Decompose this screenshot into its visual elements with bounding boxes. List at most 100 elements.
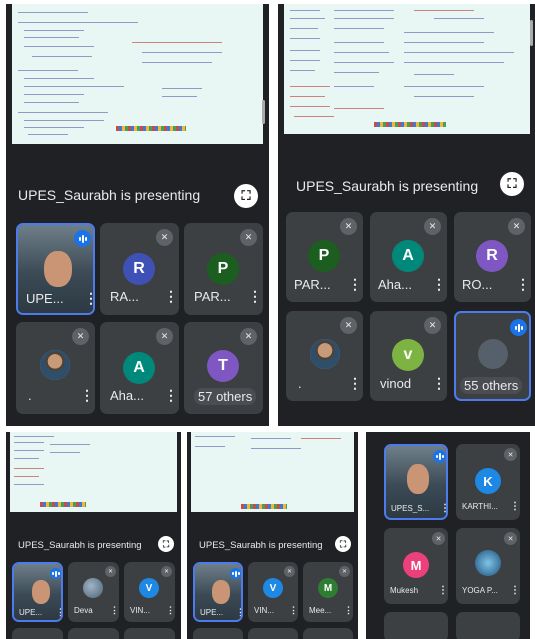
participant-tile[interactable]: M ✕ Mukesh ⋮ — [384, 528, 448, 604]
more-options-icon[interactable]: ⋮ — [516, 276, 530, 293]
annotation-toolbar[interactable] — [40, 502, 86, 507]
meet-panel-e: UPES_S... ⋮ K ✕ KARTHI... ⋮ M ✕ Mukesh ⋮… — [366, 432, 530, 639]
mic-off-icon: ✕ — [504, 448, 517, 461]
presenting-label: UPES_Saurabh is presenting — [296, 178, 479, 194]
annotation-toolbar[interactable] — [116, 126, 186, 131]
others-tile[interactable]: T ✕ 57 others — [184, 322, 263, 414]
avatar: P — [308, 240, 340, 272]
participant-tile[interactable]: ✕ YOGA P... ⋮ — [456, 528, 520, 604]
scrollbar[interactable] — [530, 20, 533, 46]
more-options-icon[interactable]: ⋮ — [248, 288, 262, 305]
participant-tile[interactable]: V ✕ VIN... ⋮ — [124, 562, 175, 622]
participant-tile[interactable]: R ✕ RA... ⋮ — [100, 223, 179, 315]
shared-slide — [191, 432, 354, 512]
annotation-toolbar[interactable] — [241, 504, 287, 509]
others-count: 57 others — [194, 388, 257, 405]
avatar: K — [475, 468, 501, 494]
fullscreen-icon: ⛶ — [162, 538, 170, 549]
mic-off-icon: ✕ — [432, 532, 445, 545]
more-options-icon[interactable]: ⋮ — [348, 375, 362, 392]
participant-tile[interactable]: UPE... ⋮ — [12, 562, 63, 622]
participant-name: UPE... — [200, 608, 224, 617]
more-options-icon[interactable]: ⋮ — [432, 375, 446, 392]
more-options-icon[interactable]: ⋮ — [344, 605, 353, 616]
participant-name: UPES_S... — [391, 504, 430, 513]
shared-slide — [284, 4, 530, 134]
participant-tile[interactable]: A ✕ Aha... ⋮ — [100, 322, 179, 414]
participant-tile[interactable]: K ✕ KARTHI... ⋮ — [456, 444, 520, 520]
avatar: M — [318, 578, 338, 598]
mic-off-icon: ✕ — [156, 229, 173, 246]
participant-name: Aha... — [378, 277, 412, 292]
speaking-icon — [50, 568, 61, 579]
mic-off-icon: ✕ — [424, 317, 441, 334]
participant-name: RA... — [110, 289, 139, 304]
participant-tile[interactable]: UPES_S... ⋮ — [384, 444, 448, 520]
more-options-icon[interactable]: ⋮ — [440, 503, 446, 514]
meet-panel-a: UPES_Saurabh is presenting ⛶ UPE... ⋮ R … — [6, 4, 269, 426]
fullscreen-button[interactable]: ⛶ — [335, 536, 351, 552]
more-options-icon[interactable]: ⋮ — [510, 501, 520, 512]
participant-tile[interactable]: v ✕ vinod ⋮ — [370, 311, 447, 401]
meet-panel-b: UPES_Saurabh is presenting ⛶ P ✕ PAR... … — [278, 4, 535, 426]
participant-tile[interactable]: A ✕ Aha... ⋮ — [370, 212, 447, 302]
fullscreen-icon: ⛶ — [241, 188, 251, 203]
fullscreen-button[interactable]: ⛶ — [158, 536, 174, 552]
more-options-icon[interactable]: ⋮ — [56, 607, 61, 618]
more-options-icon[interactable]: ⋮ — [438, 585, 448, 596]
avatar: M — [403, 552, 429, 578]
participant-name: Mee... — [309, 606, 332, 615]
participant-name: . — [298, 376, 302, 391]
mic-off-icon: ✕ — [161, 566, 172, 577]
participant-tile[interactable]: R ✕ RO... ⋮ — [454, 212, 531, 302]
scrollbar[interactable] — [262, 100, 265, 124]
participant-name: UPE... — [19, 608, 43, 617]
mic-off-icon: ✕ — [284, 566, 295, 577]
meet-panel-d: UPES_Saurabh is presenting ⛶ UPE... ⋮ V … — [187, 432, 358, 639]
more-options-icon[interactable]: ⋮ — [84, 290, 93, 307]
more-options-icon[interactable]: ⋮ — [164, 387, 178, 404]
participant-name: UPE... — [26, 291, 64, 306]
participant-tile[interactable]: V ✕ VIN... ⋮ — [248, 562, 298, 622]
participant-tile[interactable]: P ✕ PAR... ⋮ — [184, 223, 263, 315]
avatar — [40, 350, 70, 380]
mic-off-icon: ✕ — [339, 566, 350, 577]
more-options-icon[interactable]: ⋮ — [110, 605, 119, 616]
shared-slide — [12, 4, 263, 144]
participant-tile[interactable]: ✕ . ⋮ — [286, 311, 363, 401]
avatar: R — [123, 253, 155, 285]
fullscreen-icon: ⛶ — [339, 538, 347, 549]
participant-name: RO... — [462, 277, 493, 292]
fullscreen-button[interactable]: ⛶ — [500, 172, 524, 196]
avatar — [310, 339, 340, 369]
mic-off-icon: ✕ — [508, 218, 525, 235]
participant-name: Aha... — [110, 388, 144, 403]
more-options-icon[interactable]: ⋮ — [510, 585, 520, 596]
others-tile[interactable]: 55 others — [454, 311, 531, 401]
participant-tile[interactable]: UPE... ⋮ — [16, 223, 95, 315]
mic-off-icon: ✕ — [72, 328, 89, 345]
participant-tile[interactable]: M ✕ Mee... ⋮ — [303, 562, 353, 622]
more-options-icon[interactable]: ⋮ — [236, 607, 241, 618]
avatar: A — [123, 352, 155, 384]
participant-tile[interactable]: ✕ . ⋮ — [16, 322, 95, 414]
more-options-icon[interactable]: ⋮ — [432, 276, 446, 293]
more-options-icon[interactable]: ⋮ — [164, 288, 178, 305]
avatar: A — [392, 240, 424, 272]
more-options-icon[interactable]: ⋮ — [80, 387, 94, 404]
annotation-toolbar[interactable] — [374, 122, 446, 127]
participant-tile[interactable]: ✕ Deva ⋮ — [68, 562, 119, 622]
participant-tile[interactable]: UPE... ⋮ — [193, 562, 243, 622]
avatar: V — [139, 578, 159, 598]
participant-name: VIN... — [130, 606, 151, 615]
presenting-label: UPES_Saurabh is presenting — [199, 540, 323, 551]
more-options-icon[interactable]: ⋮ — [289, 605, 298, 616]
speaking-icon — [230, 568, 241, 579]
avatar — [83, 578, 103, 598]
participant-name: YOGA P... — [462, 586, 498, 595]
fullscreen-button[interactable]: ⛶ — [234, 184, 258, 208]
more-options-icon[interactable]: ⋮ — [348, 276, 362, 293]
participant-tile[interactable]: P ✕ PAR... ⋮ — [286, 212, 363, 302]
more-options-icon[interactable]: ⋮ — [166, 605, 175, 616]
mic-off-icon: ✕ — [340, 218, 357, 235]
